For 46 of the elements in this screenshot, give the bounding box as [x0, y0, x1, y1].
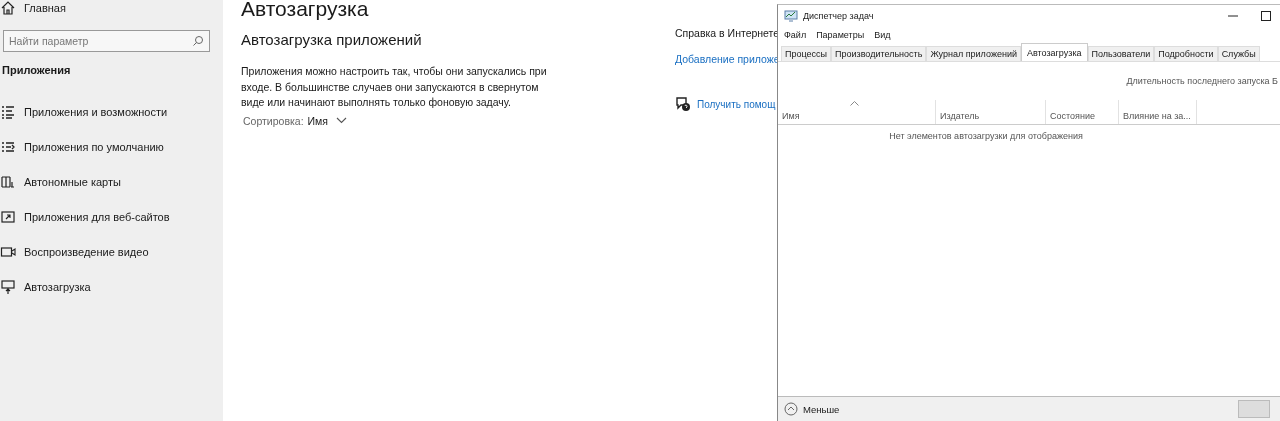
sidebar-item[interactable]: Автозагрузка: [0, 269, 223, 304]
search-icon: [192, 35, 204, 47]
description-text: Приложения можно настроить так, чтобы они запускались при входе. В большинстве случаев они запускаются в свернутом виде или начинают выполнять только фоновую задачу.: [241, 64, 548, 110]
tab[interactable]: Пользователи: [1087, 46, 1155, 61]
tab[interactable]: Автозагрузка: [1020, 43, 1088, 61]
home-icon: [0, 0, 16, 16]
maximize-icon[interactable]: [1261, 11, 1271, 21]
empty-message: Нет элементов автозагрузки для отображения: [888, 131, 1084, 141]
chevron-up-circle-icon: [784, 402, 798, 416]
less-button[interactable]: Меньше: [784, 402, 840, 416]
tab[interactable]: Журнал приложений: [926, 46, 1021, 61]
page-title: Автозагрузка: [241, 0, 370, 21]
boot-time-label: Длительность последнего запуска Б: [1126, 76, 1278, 86]
sidebar-item[interactable]: Автономные карты: [0, 164, 223, 199]
column-header[interactable]: Влияние на за...: [1119, 100, 1197, 124]
section-heading: Приложения: [2, 64, 72, 76]
menu-item[interactable]: Параметры: [816, 30, 865, 40]
window-title: Диспетчер задач: [803, 11, 874, 21]
sidebar-item[interactable]: Приложения и возможности: [0, 94, 223, 129]
sidebar-item[interactable]: Воспроизведение видео: [0, 234, 223, 269]
column-header[interactable]: Состояние: [1046, 100, 1119, 124]
sort-caret-icon: [850, 101, 859, 106]
menu-item[interactable]: Файл: [784, 30, 807, 40]
sidebar-item[interactable]: Приложения по умолчанию: [0, 129, 223, 164]
tab[interactable]: Производительность: [831, 46, 927, 61]
sort-dropdown[interactable]: Сортировка: Имя: [243, 114, 675, 127]
tab[interactable]: Процессы: [781, 46, 831, 61]
list-icon: [0, 103, 16, 120]
search-field[interactable]: Найти параметр: [3, 30, 210, 52]
monitor-chart-icon: [784, 9, 798, 23]
minimize-icon[interactable]: [1228, 15, 1238, 17]
sidebar-item[interactable]: Приложения для веб-сайтов: [0, 199, 223, 234]
monitor-arrow-icon: [0, 278, 16, 295]
chat-question-icon: [675, 96, 691, 112]
menu-item[interactable]: Вид: [874, 30, 891, 40]
column-header[interactable]: Издатель: [936, 100, 1046, 124]
home-nav-item[interactable]: Главная: [0, 0, 223, 16]
section-heading: Автозагрузка приложений: [241, 31, 423, 48]
dialog-button[interactable]: [1238, 400, 1270, 418]
help-link[interactable]: Получить помощ: [697, 98, 776, 110]
tab[interactable]: Службы: [1217, 46, 1260, 61]
tab[interactable]: Подробности: [1154, 46, 1218, 61]
help-title: Справка в Интернете: [675, 27, 780, 39]
column-header[interactable]: Имя: [778, 100, 936, 124]
chevron-down-icon: [336, 117, 347, 124]
map-icon: [0, 173, 16, 190]
